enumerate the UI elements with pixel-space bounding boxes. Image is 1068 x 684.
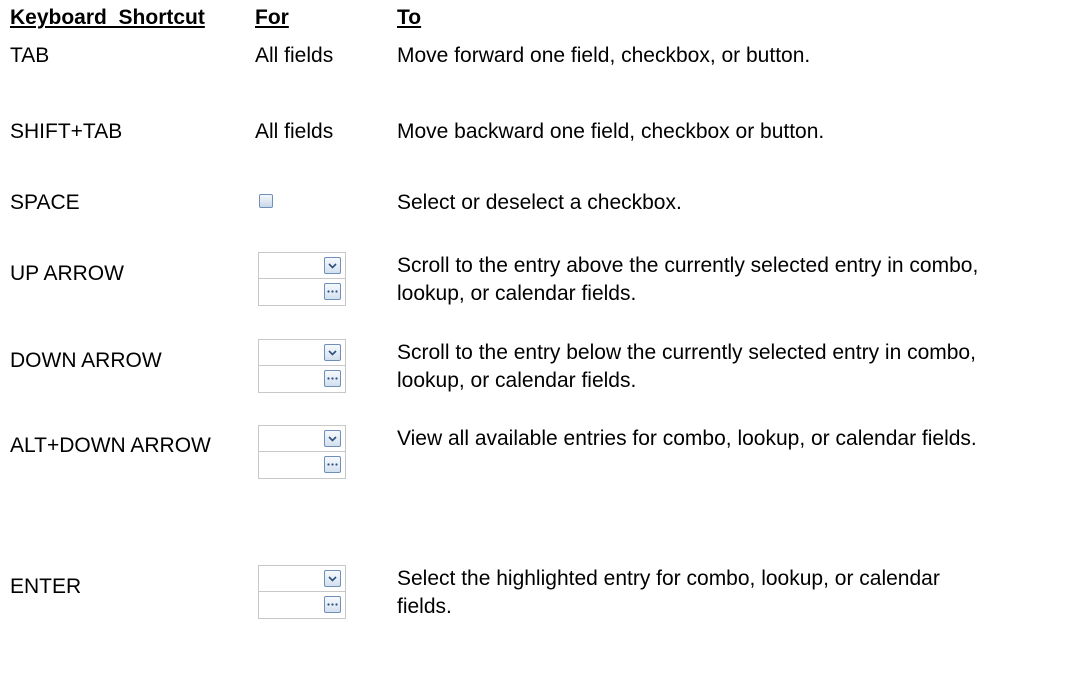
description-tab: Move forward one field, checkbox, or but… [397, 44, 811, 67]
shortcut-enter: ENTER [10, 575, 82, 598]
header-keyboard-shortcut: Keyboard Shortcut [10, 6, 205, 29]
lookup-field [258, 279, 346, 306]
combo-field [258, 339, 346, 366]
header-for: For [255, 6, 289, 29]
dropdown-arrow-icon [324, 344, 341, 361]
lookup-field [258, 452, 346, 479]
shortcut-space: SPACE [10, 191, 80, 214]
lookup-field [258, 592, 346, 619]
combo-lookup-field-icon [258, 339, 346, 393]
header-to: To [397, 6, 422, 29]
ellipsis-icon [324, 456, 341, 473]
combo-field [258, 425, 346, 452]
ellipsis-icon [324, 370, 341, 387]
lookup-field [258, 366, 346, 393]
combo-lookup-field-icon [258, 425, 346, 479]
description-alt-down-arrow: View all available entries for combo, lo… [397, 427, 977, 450]
dropdown-arrow-icon [324, 570, 341, 587]
combo-lookup-field-icon [258, 565, 346, 684]
shortcut-tab: TAB [10, 44, 50, 67]
shortcut-shift-tab: SHIFT+TAB [10, 120, 123, 143]
dropdown-arrow-icon [324, 430, 341, 447]
description-up-arrow: Scroll to the entry above the currently … [397, 254, 979, 305]
description-down-arrow: Scroll to the entry below the currently … [397, 341, 976, 392]
combo-field [258, 565, 346, 592]
description-shift-tab: Move backward one field, checkbox or but… [397, 120, 825, 143]
ellipsis-icon [324, 283, 341, 300]
checkbox-icon [259, 194, 273, 208]
description-space: Select or deselect a checkbox. [397, 191, 682, 214]
dropdown-arrow-icon [324, 257, 341, 274]
shortcut-down-arrow: DOWN ARROW [10, 349, 162, 372]
for-all-fields: All fields [255, 120, 334, 143]
shortcut-alt-down-arrow: ALT+DOWN ARROW [10, 434, 211, 457]
combo-field [258, 252, 346, 279]
ellipsis-icon [324, 596, 341, 613]
shortcut-up-arrow: UP ARROW [10, 262, 124, 285]
combo-lookup-field-icon [258, 252, 346, 306]
for-all-fields: All fields [255, 44, 334, 67]
description-enter: Select the highlighted entry for combo, … [397, 567, 940, 618]
